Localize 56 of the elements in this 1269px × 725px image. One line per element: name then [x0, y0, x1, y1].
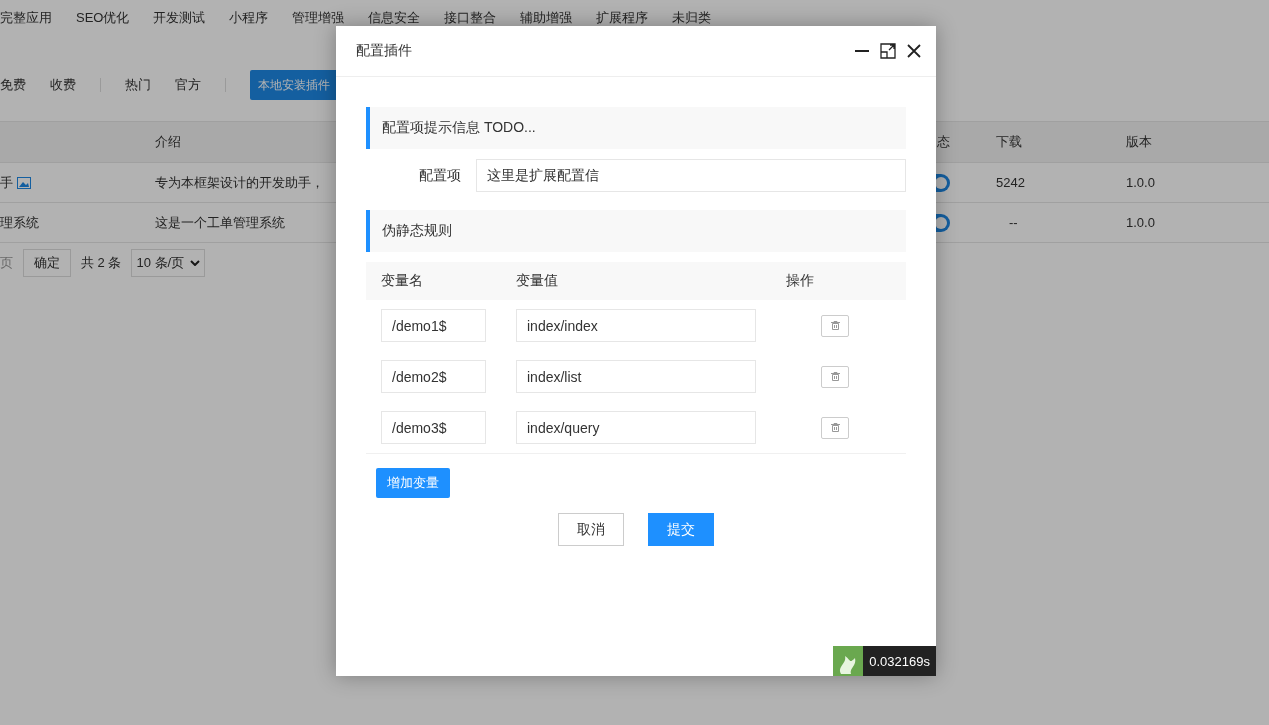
- table-cell: 这是一个工单管理系统: [155, 213, 285, 232]
- table-cell: 专为本框架设计的开发助手，: [155, 173, 324, 192]
- close-icon[interactable]: [906, 43, 922, 59]
- variable-value-input[interactable]: index/list: [516, 360, 756, 393]
- column-header: 态: [937, 133, 950, 151]
- page-size-select[interactable]: 10 条/页: [131, 249, 206, 277]
- trash-icon: [830, 372, 840, 381]
- table-cell-text: 5242: [996, 175, 1026, 190]
- column-header: 下载: [996, 133, 1023, 151]
- total-count: 共 2 条: [81, 254, 122, 272]
- trash-icon: [830, 423, 840, 432]
- trash-icon: [830, 321, 840, 330]
- table-cell-text: 1.0.0: [1126, 215, 1156, 230]
- config-input[interactable]: 这里是扩展配置信: [476, 159, 906, 192]
- nav-item[interactable]: 开发测试: [153, 9, 206, 27]
- delete-button[interactable]: [821, 365, 849, 388]
- page-label: 页: [0, 254, 13, 272]
- column-header: 变量值: [516, 272, 559, 290]
- delete-button[interactable]: [821, 416, 849, 439]
- column-header: 介绍: [155, 133, 181, 151]
- nav-item[interactable]: 完整应用: [0, 9, 52, 27]
- dialog-title: 配置插件: [356, 42, 413, 60]
- column-header: 版本: [1126, 133, 1153, 151]
- variable-value-input[interactable]: index/index: [516, 309, 756, 342]
- table-cell-text: --: [1008, 215, 1019, 230]
- nav-item[interactable]: 辅助增强: [520, 9, 573, 27]
- filter-item[interactable]: 热门: [125, 76, 151, 94]
- confirm-button[interactable]: 确定: [23, 249, 71, 277]
- caret-icon: [190, 260, 201, 266]
- nav-item[interactable]: 信息安全: [368, 9, 421, 27]
- filter-item[interactable]: 官方: [175, 76, 201, 94]
- variable-name-input[interactable]: /demo2$: [381, 360, 486, 393]
- cancel-button[interactable]: 取消: [558, 513, 624, 546]
- variable-name-input[interactable]: /demo1$: [381, 309, 486, 342]
- timer-label: 0.032169s: [863, 646, 936, 676]
- variable-name-input[interactable]: /demo3$: [381, 411, 486, 444]
- column-header: 操作: [786, 272, 815, 290]
- column-header: 变量名: [381, 272, 424, 290]
- table-cell-text: 1.0.0: [1126, 175, 1156, 190]
- delete-button[interactable]: [821, 314, 849, 337]
- table-cell: 手: [0, 173, 13, 192]
- filter-item[interactable]: 免费: [0, 76, 26, 94]
- section-header: 伪静态规则: [366, 210, 906, 252]
- image-icon: [17, 176, 31, 189]
- maximize-icon[interactable]: [880, 43, 896, 59]
- nav-item[interactable]: 小程序: [229, 9, 269, 27]
- nav-item[interactable]: 管理增强: [292, 9, 345, 27]
- nav-item[interactable]: 扩展程序: [596, 9, 649, 27]
- nav-item[interactable]: 接口整合: [444, 9, 497, 27]
- field-label: 配置项: [418, 166, 462, 185]
- variable-value-input[interactable]: index/query: [516, 411, 756, 444]
- nav-item[interactable]: SEO优化: [76, 9, 130, 27]
- filter-item[interactable]: 收费: [50, 76, 76, 94]
- section-header: 配置项提示信息 TODO...: [366, 107, 906, 149]
- nav-item[interactable]: 未归类: [672, 9, 712, 27]
- table-cell: 理系统: [0, 213, 39, 232]
